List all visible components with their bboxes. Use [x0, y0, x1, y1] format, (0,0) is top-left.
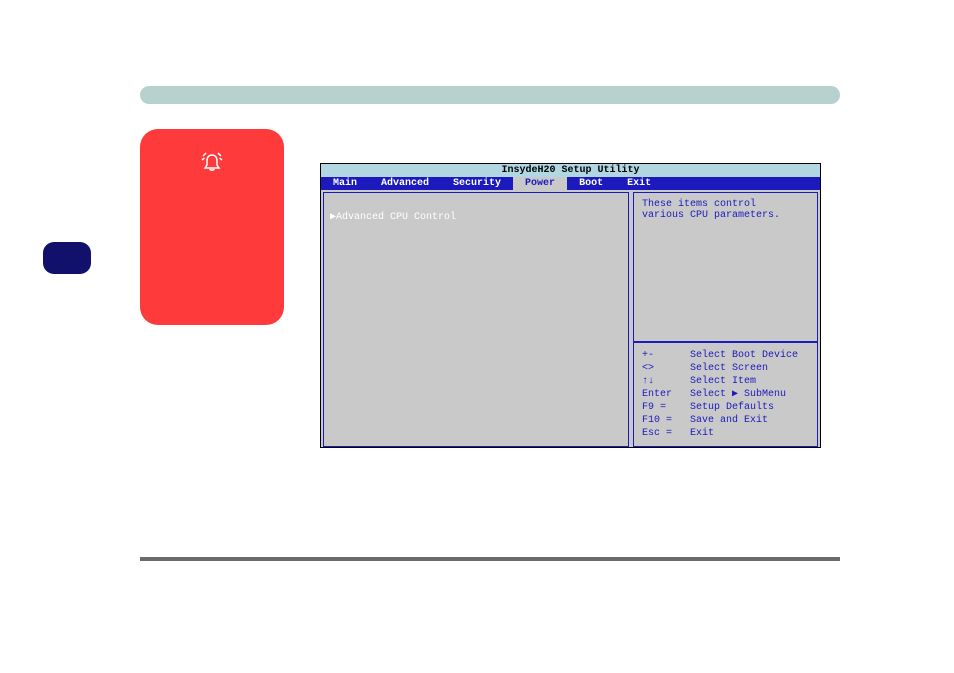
key-label: F9 =: [642, 401, 690, 414]
key-action: Select Boot Device: [690, 349, 798, 362]
key-action: Select ▶ SubMenu: [690, 388, 786, 401]
bios-help-box: These items control various CPU paramete…: [633, 192, 818, 342]
key-label: <>: [642, 362, 690, 375]
bios-tab-boot[interactable]: Boot: [567, 177, 615, 190]
bios-tab-power[interactable]: Power: [513, 177, 567, 190]
key-row: F9 =Setup Defaults: [642, 401, 809, 414]
bios-tab-advanced[interactable]: Advanced: [369, 177, 441, 190]
page-side-tab: [43, 242, 91, 274]
bios-menu-bar: Main Advanced Security Power Boot Exit: [321, 177, 820, 190]
key-label: Esc =: [642, 427, 690, 440]
menu-title-bar: [140, 86, 840, 104]
key-row: F10 =Save and Exit: [642, 414, 809, 427]
help-line: These items control: [642, 199, 809, 210]
bios-tab-main[interactable]: Main: [321, 177, 369, 190]
key-row: Esc =Exit: [642, 427, 809, 440]
key-action: Setup Defaults: [690, 401, 774, 414]
bios-tab-exit[interactable]: Exit: [615, 177, 663, 190]
key-action: Select Item: [690, 375, 756, 388]
bios-tab-security[interactable]: Security: [441, 177, 513, 190]
key-action: Exit: [690, 427, 714, 440]
bios-window: InsydeH20 Setup Utility Main Advanced Se…: [320, 163, 821, 448]
key-row: +-Select Boot Device: [642, 349, 809, 362]
footer-divider: [140, 557, 840, 561]
key-action: Save and Exit: [690, 414, 768, 427]
bios-right-pane: These items control various CPU paramete…: [633, 192, 818, 447]
key-row: ↑↓Select Item: [642, 375, 809, 388]
help-line: various CPU parameters.: [642, 210, 809, 221]
bios-body: ▶Advanced CPU Control These items contro…: [321, 190, 820, 449]
bios-item-advanced-cpu[interactable]: ▶Advanced CPU Control: [330, 211, 622, 223]
key-action: Select Screen: [690, 362, 768, 375]
key-row: EnterSelect ▶ SubMenu: [642, 388, 809, 401]
warning-panel: [140, 129, 284, 325]
bios-title: InsydeH20 Setup Utility: [321, 164, 820, 177]
bios-key-reference: +-Select Boot Device <>Select Screen ↑↓S…: [633, 342, 818, 447]
bios-left-pane: ▶Advanced CPU Control: [323, 192, 629, 447]
key-row: <>Select Screen: [642, 362, 809, 375]
alarm-bell-icon: [200, 151, 224, 175]
key-label: +-: [642, 349, 690, 362]
key-label: F10 =: [642, 414, 690, 427]
key-label: Enter: [642, 388, 690, 401]
key-label: ↑↓: [642, 375, 690, 388]
